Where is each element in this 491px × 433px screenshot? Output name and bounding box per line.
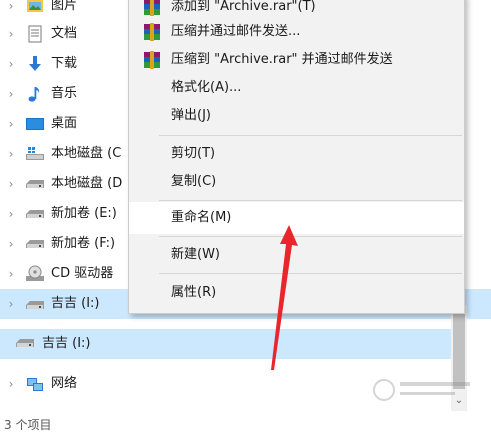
nav-item-label: 网络 (51, 376, 78, 391)
menu-separator (159, 135, 462, 136)
nav-item-label: 下载 (51, 56, 78, 71)
menu-item-label: 格式化(A)... (171, 80, 242, 95)
winrar-icon (143, 23, 161, 41)
nav-item-label: 本地磁盘 (D (51, 176, 123, 191)
nav-item-label: 本地磁盘 (C (51, 146, 122, 161)
nav-item-label: 新加卷 (F:) (51, 236, 116, 251)
menu-item-label: 压缩并通过邮件发送... (171, 24, 301, 39)
chevron-right-icon[interactable]: › (5, 377, 17, 391)
menu-item-label: 复制(C) (171, 174, 217, 189)
nav-item-label: CD 驱动器 (51, 266, 114, 281)
drive-icon (26, 175, 44, 193)
winrar-icon (143, 51, 161, 69)
chevron-right-icon[interactable]: › (5, 147, 17, 161)
menu-item-label: 压缩到 "Archive.rar" 并通过邮件发送 (171, 52, 393, 67)
drive-icon (26, 205, 44, 223)
chevron-right-icon[interactable]: › (5, 237, 17, 251)
menu-item-eject[interactable]: 弹出(J) (129, 101, 464, 131)
menu-item-label: 新建(W) (171, 247, 220, 262)
menu-item-label: 重命名(M) (171, 210, 232, 225)
menu-item-label: 剪切(T) (171, 146, 216, 161)
nav-item-label: 桌面 (51, 116, 78, 131)
menu-item-compress-to-archive-email[interactable]: 压缩到 "Archive.rar" 并通过邮件发送 (129, 45, 464, 75)
chevron-right-icon[interactable]: › (5, 177, 17, 191)
menu-item-copy[interactable]: 复制(C) (129, 167, 464, 197)
nav-item-label: 图片 (51, 0, 78, 13)
menu-separator (159, 236, 462, 237)
drive-icon (26, 235, 44, 253)
menu-item-label: 属性(R) (171, 285, 217, 300)
network-icon (26, 375, 44, 393)
menu-item-format[interactable]: 格式化(A)... (129, 73, 464, 103)
menu-item-label: 弹出(J) (171, 108, 211, 123)
pictures-folder-icon (26, 0, 44, 15)
chevron-right-icon[interactable]: › (5, 87, 17, 101)
chevron-right-icon[interactable]: › (5, 117, 17, 131)
cd-drive-icon (26, 265, 44, 283)
chevron-right-icon[interactable]: › (5, 207, 17, 221)
documents-folder-icon (26, 25, 44, 43)
nav-item-label: 文档 (51, 26, 78, 41)
menu-separator (159, 200, 462, 201)
nav-item-label: 吉吉 (I:) (42, 336, 91, 351)
menu-item-cut[interactable]: 剪切(T) (129, 139, 464, 169)
chevron-right-icon[interactable]: › (5, 0, 17, 13)
menu-item-compress-email[interactable]: 压缩并通过邮件发送... (129, 17, 464, 47)
usb-drive-icon (16, 337, 34, 351)
chevron-right-icon[interactable]: › (5, 27, 17, 41)
chevron-right-icon[interactable]: › (5, 297, 17, 311)
nav-item-label: 新加卷 (E:) (51, 206, 117, 221)
watermark-logo-icon (373, 379, 470, 401)
nav-item-label: 吉吉 (I:) (51, 296, 100, 311)
windows-drive-icon (26, 145, 44, 163)
menu-separator (159, 273, 462, 274)
winrar-icon (143, 0, 161, 16)
chevron-right-icon[interactable]: › (5, 57, 17, 71)
desktop-icon (26, 115, 44, 133)
chevron-right-icon[interactable]: › (5, 267, 17, 281)
music-note-icon (26, 85, 44, 103)
usb-drive-icon (26, 295, 44, 313)
menu-item-label: 添加到 "Archive.rar"(T) (171, 0, 316, 14)
download-arrow-icon (26, 55, 44, 73)
nav-item-drive-i-root[interactable]: 吉吉 (I:) (0, 329, 451, 359)
nav-item-label: 音乐 (51, 86, 78, 101)
red-annotation-arrow-icon (271, 225, 298, 370)
